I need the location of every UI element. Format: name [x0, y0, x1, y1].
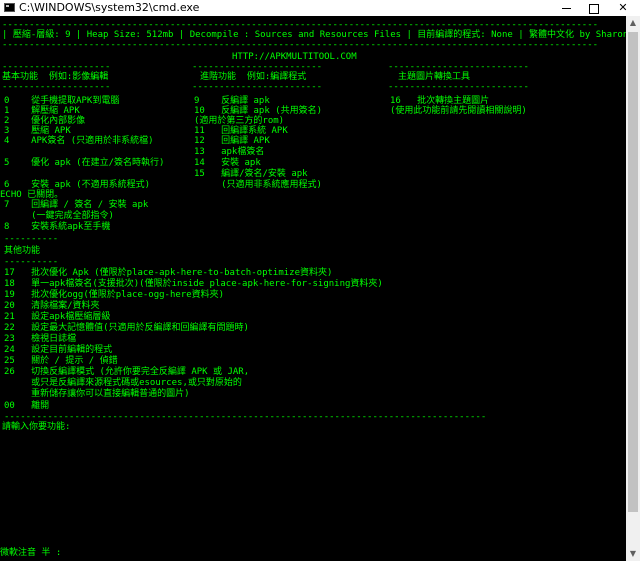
- console-output[interactable]: ----------------------------------------…: [0, 16, 640, 561]
- scrollbar-thumb[interactable]: [628, 32, 638, 512]
- advanced-section-rule2: ------------------------: [192, 82, 323, 92]
- menu-item-22: 22 設定最大記憶體值(只適用於反編譯和回編譯有問題時): [4, 323, 249, 333]
- header-rule-mid: ----------------------------------------…: [2, 40, 599, 50]
- menu-item-14: 14 安裝 apk: [194, 158, 261, 168]
- menu-item-23: 23 檢視日誌檔: [4, 334, 77, 344]
- menu-item-21: 21 設定apk檔壓縮層級: [4, 312, 111, 322]
- menu-item-00: 00 離開: [4, 401, 50, 411]
- menu-item-19: 19 批次優化ogg(僅限於place-ogg-here資料夾): [4, 290, 225, 300]
- menu-item-17: 17 批次優化 Apk (僅限於place-apk-here-to-batch-…: [4, 268, 333, 278]
- menu-item-15: 15 編譯/簽名/安裝 apk: [194, 169, 308, 179]
- menu-item-26: 26 切換反編譯模式 (允許你要完全反編譯 APK 或 JAR,: [4, 367, 250, 377]
- vertical-scrollbar[interactable]: ▲ ▼: [626, 16, 640, 561]
- cmd-window: C:\WINDOWS\system32\cmd.exe ✕ ----------…: [0, 0, 640, 561]
- menu-item-4: 4 APK簽名 (只適用於非系統檔): [4, 136, 154, 146]
- menu-item-26-note-1: 或只是反編譯來源程式碼或esources,或只對原始的: [4, 378, 242, 388]
- menu-item-25: 25 關於 / 提示 / 偵錯: [4, 356, 118, 366]
- ime-status: 微軟注音 半 :: [0, 548, 62, 558]
- menu-item-16-note: (使用此功能前請先閱讀相關說明): [390, 106, 527, 116]
- console-icon: [4, 3, 15, 12]
- minimize-button[interactable]: [552, 0, 582, 16]
- menu-end-rule: ----------------------------------------…: [4, 412, 487, 422]
- menu-item-15-note: (只適用非系統應用程式): [194, 180, 322, 190]
- title-bar[interactable]: C:\WINDOWS\system32\cmd.exe ✕: [0, 0, 640, 16]
- menu-item-24: 24 設定目前編輯的程式: [4, 345, 113, 355]
- close-button[interactable]: ✕: [608, 0, 638, 16]
- other-section-rule2: ----------: [4, 257, 59, 267]
- scroll-up-arrow-icon[interactable]: ▲: [626, 16, 640, 30]
- menu-item-8: 8 安裝系統apk至手機: [4, 222, 111, 232]
- other-section-title: 其他功能: [4, 246, 41, 256]
- window-title: C:\WINDOWS\system32\cmd.exe: [19, 1, 200, 14]
- menu-item-18: 18 單一apk檔簽名(支援批次)(僅限於inside place-apk-he…: [4, 279, 383, 289]
- maximize-button[interactable]: [579, 0, 609, 16]
- menu-item-26-note-2: 重新儲存讓你可以直接編輯普通的圖片): [4, 389, 190, 399]
- other-section-rule: ----------: [4, 234, 59, 244]
- input-prompt[interactable]: 請輸入你要功能:: [2, 422, 70, 433]
- menu-item-7: 7 回編譯 / 簽名 / 安裝 apk: [4, 200, 149, 210]
- menu-item-5: 5 優化 apk (在建立/簽名時執行): [4, 158, 165, 168]
- menu-item-13: 13 apk檔簽名: [194, 147, 265, 157]
- menu-item-20: 20 清除檔案/資料夾: [4, 301, 100, 311]
- menu-item-7-note: (一鍵完成全部指令): [4, 211, 114, 221]
- scroll-down-arrow-icon[interactable]: ▼: [626, 547, 640, 561]
- menu-item-12: 12 回編譯 APK: [194, 136, 270, 146]
- basic-section-rule2: --------------------: [2, 82, 111, 92]
- theme-section-rule2: --------------------------: [388, 82, 529, 92]
